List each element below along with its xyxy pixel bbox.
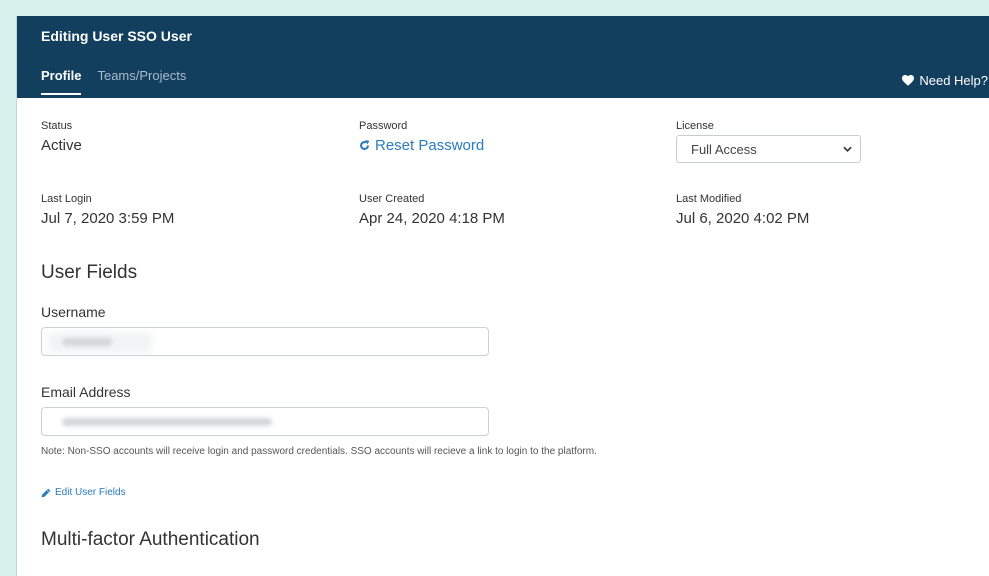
- license-select[interactable]: Full Access: [676, 135, 861, 163]
- user-fields-heading: User Fields: [41, 262, 138, 283]
- edit-user-fields-link[interactable]: Edit User Fields: [41, 487, 126, 498]
- username-label: Username: [41, 304, 106, 320]
- status-value: Active: [41, 137, 82, 154]
- last-login-value: Jul 7, 2020 3:59 PM: [41, 210, 175, 227]
- pencil-icon: [41, 488, 51, 498]
- license-label: License: [676, 120, 714, 132]
- need-help-link[interactable]: Need Help?: [902, 73, 988, 88]
- need-help-label: Need Help?: [919, 73, 988, 88]
- redacted-email: [62, 418, 272, 426]
- edit-user-fields-label: Edit User Fields: [55, 487, 126, 498]
- heart-icon: [902, 75, 915, 86]
- credentials-note: Note: Non-SSO accounts will receive logi…: [41, 446, 597, 457]
- username-input[interactable]: [41, 327, 489, 356]
- mfa-heading: Multi-factor Authentication: [41, 529, 260, 550]
- chevron-down-icon: [843, 146, 852, 152]
- last-modified-label: Last Modified: [676, 193, 742, 205]
- last-modified-value: Jul 6, 2020 4:02 PM: [676, 210, 810, 227]
- reset-password-label: Reset Password: [375, 137, 485, 154]
- license-selected-value: Full Access: [691, 141, 757, 157]
- user-created-value: Apr 24, 2020 4:18 PM: [359, 210, 505, 227]
- tab-bar: Profile Teams/Projects: [41, 68, 186, 95]
- email-input[interactable]: [41, 407, 489, 436]
- status-label: Status: [41, 120, 73, 132]
- tab-teams-projects[interactable]: Teams/Projects: [97, 68, 186, 95]
- last-login-label: Last Login: [41, 193, 92, 205]
- redacted-username: [62, 338, 112, 346]
- edit-user-panel: Editing User SSO User Profile Teams/Proj…: [16, 16, 989, 576]
- page-title: Editing User SSO User: [41, 28, 192, 44]
- refresh-icon: [359, 140, 370, 151]
- user-created-label: User Created: [359, 193, 425, 205]
- tab-profile[interactable]: Profile: [41, 68, 82, 95]
- panel-header: Editing User SSO User Profile Teams/Proj…: [17, 16, 989, 98]
- password-label: Password: [359, 120, 408, 132]
- reset-password-link[interactable]: Reset Password: [359, 137, 484, 154]
- email-label: Email Address: [41, 384, 131, 400]
